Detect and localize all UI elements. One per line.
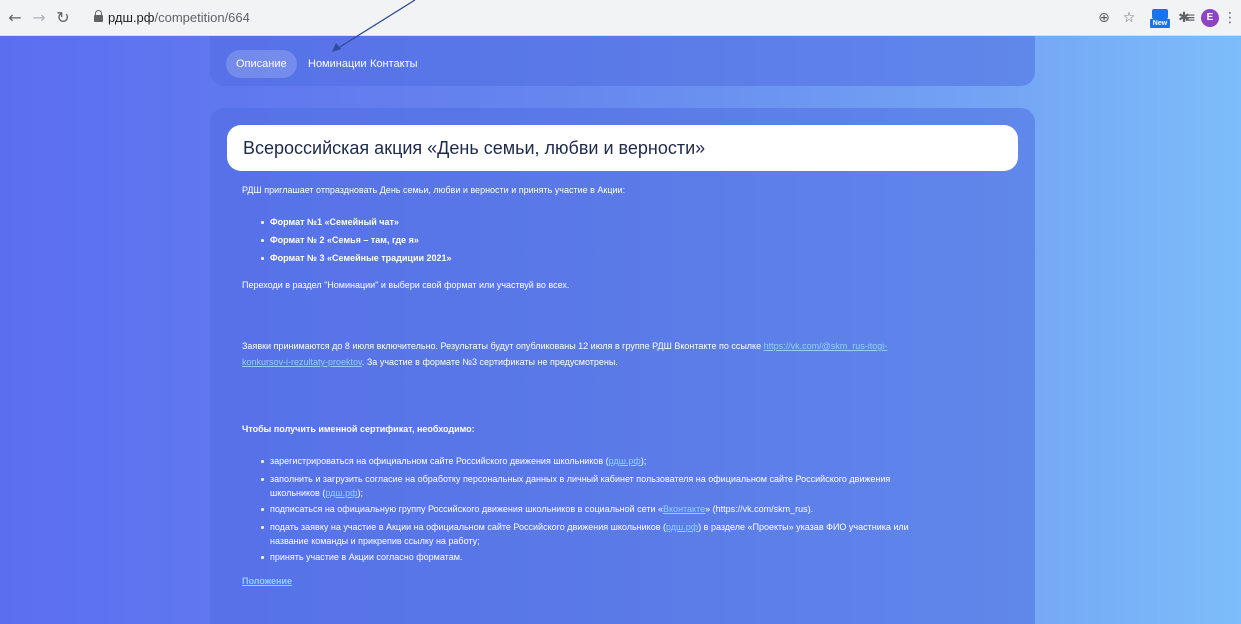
rdsh-link[interactable]: рдш.рф [325, 488, 357, 498]
rdsh-link[interactable]: рдш.рф [666, 522, 698, 532]
page-content: Описание Номинации Контакты Всероссийска… [0, 36, 1241, 624]
reading-list-icon[interactable]: ≡ [1181, 9, 1199, 27]
tabs-card: Описание Номинации Контакты [210, 36, 1035, 86]
regulation-link[interactable]: Положение [242, 574, 292, 588]
bullet-icon [261, 508, 264, 511]
zoom-icon[interactable]: ⊕ [1095, 9, 1113, 27]
cert-heading: Чтобы получить именной сертификат, необх… [242, 424, 475, 434]
bullet-icon [261, 460, 264, 463]
tab-description[interactable]: Описание [226, 50, 297, 78]
profile-avatar[interactable]: E [1201, 9, 1219, 27]
bullet-icon [261, 556, 264, 559]
content-card: Всероссийская акция «День семьи, любви и… [210, 108, 1035, 624]
bullet-icon [261, 239, 264, 242]
step-item: принять участие в Акции согласно формата… [270, 552, 463, 562]
menu-kebab-icon[interactable]: ⋮ [1221, 9, 1239, 27]
tab-nominations[interactable]: Номинации [308, 50, 367, 78]
rdsh-link[interactable]: рдш.рф [609, 456, 641, 466]
tab-contacts[interactable]: Контакты [370, 50, 418, 78]
go-to-text: Переходи в раздел "Номинации" и выбери с… [242, 280, 570, 290]
browser-toolbar: ← → ↻ рдш.рф/competition/664 ⊕ ☆ New ✱ ≡… [0, 0, 1241, 36]
intro-text: РДШ приглашает отпраздновать День семьи,… [242, 185, 626, 195]
bullet-icon [261, 478, 264, 481]
step-item: заполнить и загрузить согласие на обрабо… [270, 474, 891, 484]
address-bar[interactable]: рдш.рф/competition/664 [88, 7, 1093, 29]
step-item: подписаться на официальную группу Россий… [270, 504, 814, 514]
reload-icon[interactable]: ↻ [54, 9, 72, 27]
step-item-line2: название команды и прикрепив ссылку на р… [270, 536, 480, 546]
bullet-icon [261, 526, 264, 529]
step-item: подать заявку на участие в Акции на офиц… [270, 522, 909, 532]
bullet-icon [261, 257, 264, 260]
step-item: зарегистрироваться на официальном сайте … [270, 456, 647, 466]
url-text: рдш.рф/competition/664 [108, 10, 250, 25]
lock-icon [94, 10, 103, 22]
results-link[interactable]: https://vk.com/@skm_rus-itogi- [764, 341, 888, 351]
extension-new-icon[interactable]: New [1150, 8, 1170, 28]
deadline-text: Заявки принимаются до 8 июля включительн… [242, 341, 888, 351]
forward-arrow-icon[interactable]: → [30, 9, 48, 27]
format-item: Формат №1 «Семейный чат» [270, 217, 399, 227]
step-item-line2: школьников (рдш.рф); [270, 488, 364, 498]
bullet-icon [261, 221, 264, 224]
format-item: Формат № 3 «Семейные традиции 2021» [270, 253, 452, 263]
back-arrow-icon[interactable]: ← [6, 9, 24, 27]
format-item: Формат № 2 «Семья – там, где я» [270, 235, 419, 245]
bookmark-star-icon[interactable]: ☆ [1120, 9, 1138, 27]
results-link-cont[interactable]: konkursov-i-rezultaty-proektov [242, 357, 362, 367]
vk-link[interactable]: Вконтакте [663, 504, 705, 514]
deadline-text-line2: konkursov-i-rezultaty-proektov. За участ… [242, 357, 618, 367]
title-box: Всероссийская акция «День семьи, любви и… [227, 125, 1018, 171]
page-title: Всероссийская акция «День семьи, любви и… [243, 138, 706, 158]
